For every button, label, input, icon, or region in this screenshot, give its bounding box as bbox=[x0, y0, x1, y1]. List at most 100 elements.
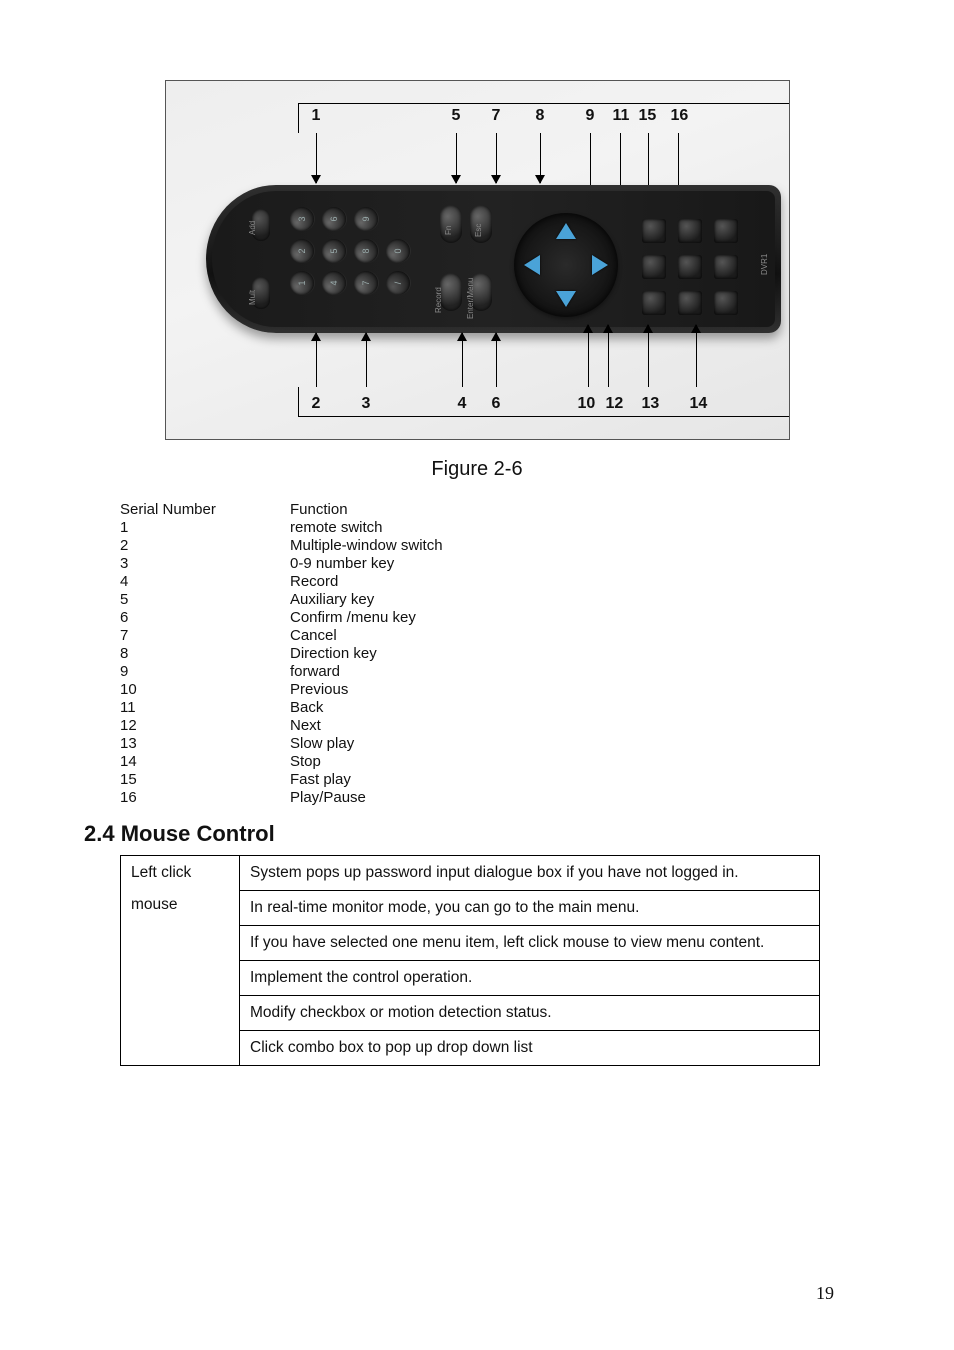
function-serial: 16 bbox=[120, 789, 290, 807]
arrow-12-icon bbox=[608, 325, 610, 387]
dpad-up-icon bbox=[556, 223, 576, 239]
function-name: Auxiliary key bbox=[290, 591, 834, 609]
mouse-row-0: System pops up password input dialogue b… bbox=[240, 856, 820, 891]
function-row: 11Back bbox=[120, 699, 834, 717]
dpad-right-icon bbox=[592, 255, 608, 275]
function-serial: 4 bbox=[120, 573, 290, 591]
record-label: Record bbox=[434, 287, 443, 313]
play-forward-button bbox=[642, 219, 666, 243]
remote-inner: Add Mult 3 6 9 2 5 8 0 1 4 7 bbox=[212, 191, 775, 327]
key-1: 1 bbox=[290, 271, 314, 295]
function-serial: 12 bbox=[120, 717, 290, 735]
header-func: Function bbox=[290, 501, 834, 519]
callout-5: 5 bbox=[452, 107, 461, 125]
function-row: 15Fast play bbox=[120, 771, 834, 789]
key-6: 6 bbox=[322, 207, 346, 231]
callout-16: 16 bbox=[671, 107, 689, 125]
key-8: 8 bbox=[354, 239, 378, 263]
function-serial: 13 bbox=[120, 735, 290, 753]
function-serial: 8 bbox=[120, 645, 290, 663]
play-next-button bbox=[642, 291, 666, 315]
callout-1: 1 bbox=[312, 107, 321, 125]
function-name: Next bbox=[290, 717, 834, 735]
function-name: Play/Pause bbox=[290, 789, 834, 807]
function-serial: 10 bbox=[120, 681, 290, 699]
fn-label: Fn bbox=[444, 226, 453, 235]
mouse-left-col: Left click mouse bbox=[121, 856, 240, 1066]
mouse-row-4: Modify checkbox or motion detection stat… bbox=[240, 996, 820, 1031]
function-serial: 3 bbox=[120, 555, 290, 573]
function-name: forward bbox=[290, 663, 834, 681]
function-serial: 11 bbox=[120, 699, 290, 717]
direction-pad bbox=[514, 213, 618, 317]
remote-figure: 1 5 7 8 9 11 15 16 Add bbox=[165, 80, 790, 440]
arrow-11-icon bbox=[620, 133, 622, 193]
dpad-down-icon bbox=[556, 291, 576, 307]
function-row: 30-9 number key bbox=[120, 555, 834, 573]
key-5: 5 bbox=[322, 239, 346, 263]
arrow-14-icon bbox=[696, 325, 698, 387]
add-label: Add bbox=[248, 221, 257, 235]
function-serial: 1 bbox=[120, 519, 290, 537]
arrow-9-icon bbox=[590, 133, 592, 193]
callout-14: 14 bbox=[690, 395, 708, 413]
function-name: Cancel bbox=[290, 627, 834, 645]
function-row: 13Slow play bbox=[120, 735, 834, 753]
function-row: 1remote switch bbox=[120, 519, 834, 537]
callout-9: 9 bbox=[586, 107, 595, 125]
function-serial: 9 bbox=[120, 663, 290, 681]
function-serial: 7 bbox=[120, 627, 290, 645]
key-3: 3 bbox=[290, 207, 314, 231]
callout-6: 6 bbox=[492, 395, 501, 413]
key-2: 2 bbox=[290, 239, 314, 263]
callout-8: 8 bbox=[536, 107, 545, 125]
enter-label: Enter/Menu bbox=[466, 278, 475, 319]
callout-11: 11 bbox=[613, 107, 630, 125]
function-row: 2Multiple-window switch bbox=[120, 537, 834, 555]
function-serial: 15 bbox=[120, 771, 290, 789]
callout-15: 15 bbox=[639, 107, 657, 125]
fn-button bbox=[440, 205, 462, 243]
dvr-label: DVR1 bbox=[760, 254, 769, 275]
arrow-4-icon bbox=[462, 333, 464, 387]
function-row: 6Confirm /menu key bbox=[120, 609, 834, 627]
play-prev-button bbox=[642, 255, 666, 279]
function-serial: 6 bbox=[120, 609, 290, 627]
figure-caption: Figure 2-6 bbox=[165, 458, 790, 481]
mouse-row-2: If you have selected one menu item, left… bbox=[240, 926, 820, 961]
play-pause-button bbox=[714, 255, 738, 279]
function-name: Confirm /menu key bbox=[290, 609, 834, 627]
function-name: Back bbox=[290, 699, 834, 717]
mouse-row-5: Click combo box to pop up drop down list bbox=[240, 1031, 820, 1066]
callout-10: 10 bbox=[578, 395, 596, 413]
function-name: remote switch bbox=[290, 519, 834, 537]
function-name: 0-9 number key bbox=[290, 555, 834, 573]
function-name: Record bbox=[290, 573, 834, 591]
esc-label: Esc bbox=[474, 224, 483, 237]
function-name: Slow play bbox=[290, 735, 834, 753]
playback-buttons bbox=[642, 219, 738, 315]
play-extra-button bbox=[714, 291, 738, 315]
arrow-6-icon bbox=[496, 333, 498, 387]
page: 1 5 7 8 9 11 15 16 Add bbox=[0, 0, 954, 1350]
arrow-2-icon bbox=[316, 333, 318, 387]
function-name: Previous bbox=[290, 681, 834, 699]
play-fast-button bbox=[714, 219, 738, 243]
function-row: 8Direction key bbox=[120, 645, 834, 663]
function-name: Fast play bbox=[290, 771, 834, 789]
callout-4: 4 bbox=[458, 395, 467, 413]
arrow-5-icon bbox=[456, 133, 458, 183]
mouse-row-3: Implement the control operation. bbox=[240, 961, 820, 996]
function-row: 5Auxiliary key bbox=[120, 591, 834, 609]
function-row: 12Next bbox=[120, 717, 834, 735]
play-stop-button bbox=[678, 255, 702, 279]
play-back-button bbox=[678, 219, 702, 243]
function-row: 9forward bbox=[120, 663, 834, 681]
section-heading: 2.4 Mouse Control bbox=[84, 821, 834, 847]
function-serial: 5 bbox=[120, 591, 290, 609]
arrow-1-icon bbox=[316, 133, 318, 183]
callout-3: 3 bbox=[362, 395, 371, 413]
arrow-8-icon bbox=[540, 133, 542, 183]
function-serial: 2 bbox=[120, 537, 290, 555]
mouse-lcol-1: Left click bbox=[131, 864, 229, 882]
